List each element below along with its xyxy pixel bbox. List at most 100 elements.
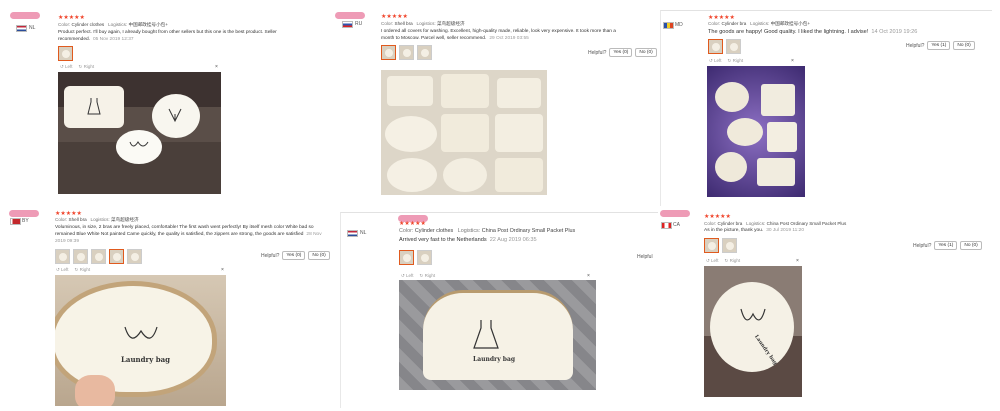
rotate-left-button[interactable]: ↺ Left [60,64,73,70]
review-card: CA ★★★★★ Color: Cylinder bra Logistics: … [660,208,992,408]
rotate-right-button[interactable]: ↻ Right [420,273,436,279]
helpful-vote: Helpful? Yes (0) No (0) [261,251,330,260]
helpful-no-button[interactable]: No (0) [308,251,330,260]
review-text: Voluminous, in size, 2 bras are freely p… [55,225,322,244]
photo-thumbnail[interactable] [417,45,432,60]
review-thumbnails [399,250,432,265]
country-code: RU [355,21,363,27]
rotate-controls: ↺ Left ↻ Right [401,273,435,279]
review-date: 29 Oct 2019 03:55 [489,36,529,41]
star-rating: ★★★★★ [399,221,426,227]
photo-thumbnail[interactable] [417,250,432,265]
helpful-vote: Helpful [637,254,653,260]
close-icon[interactable]: × [796,258,799,264]
helpful-vote: Helpful? Yes (0) No (0) [588,48,657,57]
rotate-left-button[interactable]: ↺ Left [56,267,69,273]
country-flag-icon [16,25,27,32]
photo-thumbnail[interactable] [127,249,142,264]
review-thumbnails [55,249,142,264]
review-text: I ordered all covers for washing. Excell… [381,29,616,41]
country-flag-icon [342,21,353,28]
helpful-no-button[interactable]: No (0) [960,241,982,250]
review-photo[interactable] [707,66,805,197]
bag-label-text: Laundry bag [121,355,171,364]
review-photo[interactable]: Laundry bag [704,266,802,397]
review-photo[interactable]: Laundry bag [55,275,226,406]
review-text: Arrived very fast to the Netherlands 22 A… [399,237,537,243]
photo-thumbnail[interactable] [91,249,106,264]
bag-label-text: Laundry bag [473,356,516,363]
helpful-yes-button[interactable]: Yes (0) [282,251,306,260]
review-thumbnails [708,39,741,54]
review-meta: Color: Cylinder bra Logistics: 中国邮政挂号小包+ [708,21,811,26]
review-thumbnails [58,46,73,61]
photo-thumbnail[interactable] [55,249,70,264]
country-code: CA [673,222,680,228]
review-meta: Color: Cylinder clothes Logistics: 中国邮政挂… [58,22,168,27]
star-rating: ★★★★★ [704,214,731,220]
helpful-yes-button[interactable]: Yes (1) [934,241,958,250]
review-photo[interactable] [381,70,547,195]
photo-thumbnail[interactable] [58,46,73,61]
review-card: BY ★★★★★ Color: Shell bra Logistics: 菜鸟超… [6,208,332,408]
helpful-vote: Helpful? Yes (1) No (0) [913,241,982,250]
review-photo[interactable]: Laundry bag [399,280,596,390]
redacted-username [9,210,39,217]
rotate-right-button[interactable]: ↻ Right [75,267,91,273]
rotate-left-button[interactable]: ↺ Left [709,58,722,64]
star-rating: ★★★★★ [381,14,408,20]
helpful-yes-button[interactable]: Yes (0) [609,48,633,57]
photo-thumbnail[interactable] [109,249,124,264]
review-date: 30 Jul 2019 11:20 [766,228,804,233]
country-code: BY [22,218,29,224]
review-card: NL ★★★★★ Color: Cylinder clothes Logisti… [340,212,658,408]
star-rating: ★★★★★ [58,15,85,21]
photo-thumbnail[interactable] [399,250,414,265]
photo-thumbnail[interactable] [704,238,719,253]
photo-thumbnail[interactable] [399,45,414,60]
photo-thumbnail[interactable] [73,249,88,264]
helpful-no-button[interactable]: No (0) [635,48,657,57]
helpful-vote: Helpful? Yes (1) No (0) [906,41,975,50]
review-date: 14 Oct 2019 19:26 [871,29,918,35]
photo-thumbnail[interactable] [708,39,723,54]
rotate-controls: ↺ Left ↻ Right [709,58,743,64]
redacted-username [10,12,40,19]
review-text: The goods are happy! Good quality. I lik… [708,29,918,35]
review-card: NL ★★★★★ Color: Cylinder clothes Logisti… [8,10,326,205]
review-date: 22 Aug 2019 06:35 [489,237,537,243]
close-icon[interactable]: × [215,64,218,70]
review-photo[interactable] [58,72,221,194]
rotate-right-button[interactable]: ↻ Right [79,64,95,70]
country-flag-icon [347,230,358,237]
star-rating: ★★★★★ [708,15,735,21]
rotate-controls: ↺ Left ↻ Right [706,258,740,264]
rotate-controls: ↺ Left ↻ Right [60,64,94,70]
country-code: MD [675,22,683,28]
rotate-controls: ↺ Left ↻ Right [56,267,90,273]
photo-thumbnail[interactable] [726,39,741,54]
review-meta: Color: Shell bra Logistics: 菜鸟超级经济 [55,217,139,222]
review-thumbnails [704,238,737,253]
review-text: Product perfect. I'll buy again, I alrea… [58,30,277,42]
close-icon[interactable]: × [221,267,224,273]
rotate-right-button[interactable]: ↻ Right [728,58,744,64]
close-icon[interactable]: × [791,58,794,64]
helpful-yes-button[interactable]: Yes (1) [927,41,951,50]
rotate-left-button[interactable]: ↺ Left [401,273,414,279]
redacted-username [660,210,690,217]
photo-thumbnail[interactable] [381,45,396,60]
review-date: 05 Nov 2019 12:37 [93,37,134,42]
photo-thumbnail[interactable] [722,238,737,253]
helpful-no-button[interactable]: No (0) [953,41,975,50]
review-meta: Color: Cylinder clothes Logistics: China… [399,228,576,234]
review-meta: Color: Shell bra Logistics: 菜鸟超级经济 [381,21,465,26]
rotate-right-button[interactable]: ↻ Right [725,258,741,264]
rotate-left-button[interactable]: ↺ Left [706,258,719,264]
country-code: NL [29,25,36,31]
close-icon[interactable]: × [587,273,590,279]
review-thumbnails [381,45,432,60]
country-code: NL [360,230,367,236]
redacted-username [335,12,365,19]
country-flag-icon [661,222,672,229]
